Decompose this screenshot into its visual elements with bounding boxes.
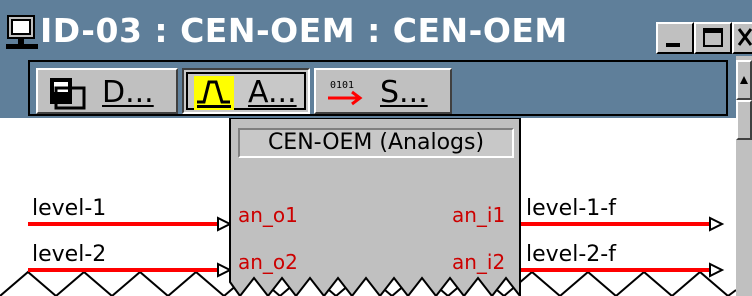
toolbar: D... A... 0101 S... [0, 56, 736, 118]
vertical-scrollbar[interactable] [736, 56, 752, 296]
scroll-up-button[interactable] [736, 60, 752, 100]
minimize-button[interactable] [656, 22, 694, 54]
title-bar[interactable]: ID-03 : CEN-OEM : CEN-OEM [0, 0, 752, 56]
output-arrow-2 [709, 262, 725, 278]
signal-label-left-1: level-1 [32, 196, 107, 221]
maximize-icon [703, 28, 723, 47]
close-icon [737, 28, 752, 46]
scroll-up-icon [740, 76, 748, 84]
window-title: ID-03 : CEN-OEM : CEN-OEM [40, 11, 568, 50]
analog-button[interactable]: A... [182, 68, 310, 114]
port-input-1[interactable]: an_o1 [238, 203, 298, 227]
minimize-icon [666, 43, 680, 47]
output-arrow-1 [709, 216, 725, 232]
digital-button[interactable]: D... [36, 68, 178, 114]
digital-button-label: D... [102, 75, 154, 110]
computer-icon [6, 15, 38, 49]
input-arrow-2 [217, 262, 233, 278]
port-output-2[interactable]: an_i2 [452, 250, 505, 274]
signal-label-right-2: level-2-f [526, 242, 616, 267]
svg-text:0101: 0101 [330, 80, 354, 91]
digital-block-icon [50, 78, 86, 110]
toolbar-button-group: D... A... 0101 S... [28, 60, 728, 116]
block-window: ID-03 : CEN-OEM : CEN-OEM D... A... 0101… [0, 0, 752, 296]
serial-button-label: S... [380, 75, 428, 110]
analog-wave-icon [194, 76, 234, 110]
input-arrow-1 [217, 216, 233, 232]
block-title: CEN-OEM (Analogs) [238, 128, 514, 158]
close-button[interactable] [732, 22, 752, 54]
port-input-2[interactable]: an_o2 [238, 250, 298, 274]
signal-label-left-2: level-2 [32, 242, 107, 267]
maximize-button[interactable] [694, 22, 732, 54]
analog-button-label: A... [248, 75, 297, 110]
serial-button[interactable]: 0101 S... [314, 68, 452, 114]
port-output-1[interactable]: an_i1 [452, 203, 505, 227]
signal-label-right-1: level-1-f [526, 196, 616, 221]
serial-arrow-icon: 0101 [328, 80, 363, 106]
scroll-thumb[interactable] [736, 100, 752, 140]
